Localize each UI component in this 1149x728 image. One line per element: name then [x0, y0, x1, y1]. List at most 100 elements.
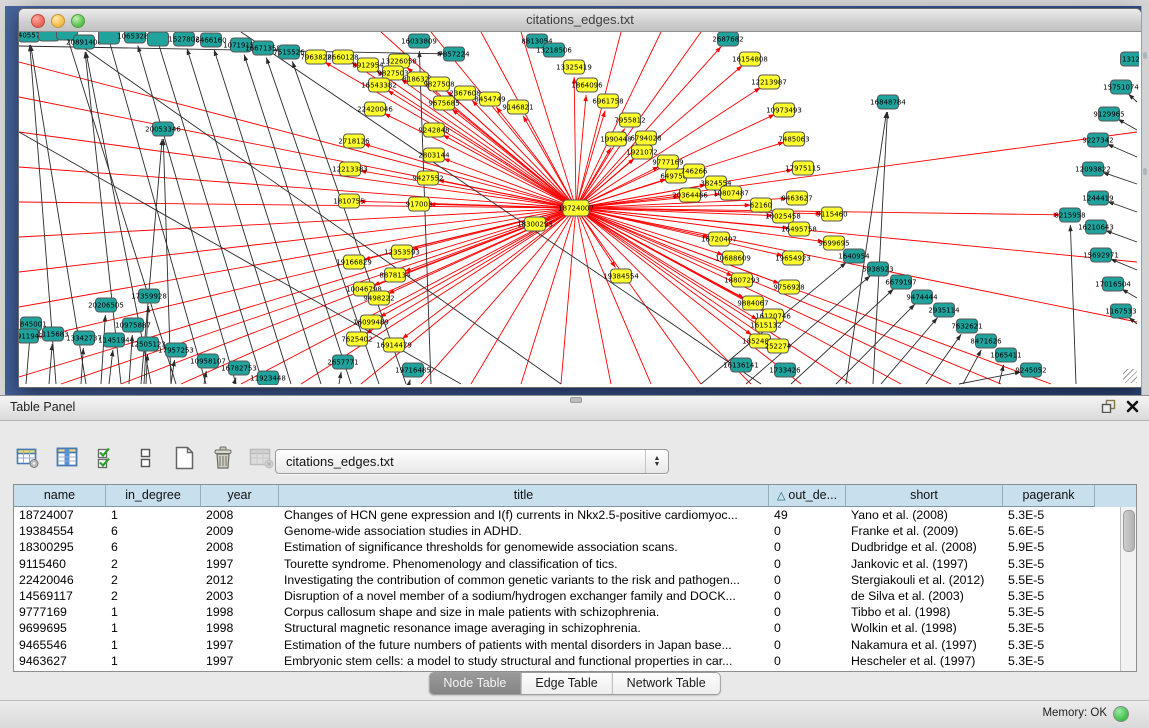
network-window[interactable]: citations_edges.txt 24055722089140610653… [18, 8, 1142, 388]
table-row[interactable]: 1938455462009Genome-wide association stu… [14, 523, 1136, 539]
show-column-icon[interactable] [53, 445, 81, 471]
table-cell[interactable]: 14569117 [14, 588, 106, 604]
column-header-title[interactable]: title [279, 485, 769, 507]
table-cell[interactable]: Hescheler et al. (1997) [846, 653, 1003, 669]
table-row[interactable]: 1872400712008Changes of HCN gene express… [14, 507, 1136, 523]
table-cell[interactable]: 2012 [201, 572, 279, 588]
table-cell[interactable]: 5.3E-5 [1003, 604, 1095, 620]
table-cell[interactable]: 0 [769, 604, 846, 620]
table-cell[interactable]: 5.6E-5 [1003, 523, 1095, 539]
table-cell[interactable]: 22420046 [14, 572, 106, 588]
table-cell[interactable]: 5.3E-5 [1003, 556, 1095, 572]
graph-node-unlabeled[interactable] [148, 32, 169, 46]
resize-grip-icon[interactable] [1123, 369, 1137, 383]
table-cell[interactable]: 6 [106, 539, 201, 555]
table-cell[interactable]: 9699695 [14, 620, 106, 636]
table-cell[interactable]: Structural magnetic resonance image aver… [279, 620, 769, 636]
column-header-out_de[interactable]: △out_de... [769, 485, 846, 507]
table-row[interactable]: 977716911998Corpus callosum shape and si… [14, 604, 1136, 620]
citation-network-graph[interactable]: 2405572208914061065328715278026466160107… [19, 32, 1139, 385]
table-cell[interactable]: Wolkin et al. (1998) [846, 620, 1003, 636]
table-row[interactable]: 911546021997Tourette syndrome. Phenomeno… [14, 556, 1136, 572]
table-row[interactable]: 969969511998Structural magnetic resonanc… [14, 620, 1136, 636]
float-panel-icon[interactable] [1101, 399, 1116, 413]
table-cell[interactable]: 1998 [201, 620, 279, 636]
table-select-dropdown[interactable]: citations_edges.txt ▲▼ [275, 449, 669, 474]
network-window-titlebar[interactable]: citations_edges.txt [19, 9, 1141, 32]
table-cell[interactable]: Investigating the contribution of common… [279, 572, 769, 588]
table-cell[interactable]: Jankovic et al. (1997) [846, 556, 1003, 572]
table-cell[interactable]: 5.9E-5 [1003, 539, 1095, 555]
table-cell[interactable]: Nakamura et al. (1997) [846, 637, 1003, 653]
table-cell[interactable]: Yano et al. (2008) [846, 507, 1003, 523]
tab-network-table[interactable]: Network Table [612, 673, 720, 694]
table-cell[interactable]: 0 [769, 637, 846, 653]
table-cell[interactable]: 5.3E-5 [1003, 637, 1095, 653]
table-cell[interactable]: 18300295 [14, 539, 106, 555]
table-cell[interactable]: 2 [106, 556, 201, 572]
table-cell[interactable]: 0 [769, 653, 846, 669]
table-cell[interactable]: 6 [106, 523, 201, 539]
table-cell[interactable]: Corpus callosum shape and size in male p… [279, 604, 769, 620]
network-canvas[interactable]: 2405572208914061065328715278026466160107… [19, 32, 1139, 385]
table-cell[interactable]: 5.3E-5 [1003, 620, 1095, 636]
table-cell[interactable]: 0 [769, 572, 846, 588]
table-cell[interactable]: 1 [106, 637, 201, 653]
panel-splitter-handle[interactable] [570, 397, 582, 403]
table-cell[interactable]: Changes of HCN gene expression and I(f) … [279, 507, 769, 523]
table-row[interactable]: 946362711997Embryonic stem cells: a mode… [14, 653, 1136, 669]
table-cell[interactable]: 2008 [201, 539, 279, 555]
column-header-in_degree[interactable]: in_degree [106, 485, 201, 507]
table-cell[interactable]: 5.5E-5 [1003, 572, 1095, 588]
table-cell[interactable]: Stergiakouli et al. (2012) [846, 572, 1003, 588]
table-cell[interactable]: 9465546 [14, 637, 106, 653]
scrollbar-thumb[interactable] [1123, 510, 1135, 552]
table-cell[interactable]: Dudbridge et al. (2008) [846, 539, 1003, 555]
table-cell[interactable]: 0 [769, 620, 846, 636]
table-cell[interactable]: 9115460 [14, 556, 106, 572]
close-panel-icon[interactable] [1126, 400, 1139, 413]
column-header-short[interactable]: short [846, 485, 1003, 507]
table-cell[interactable]: 1997 [201, 556, 279, 572]
table-cell[interactable]: 1 [106, 507, 201, 523]
table-cell[interactable]: 0 [769, 588, 846, 604]
table-cell[interactable]: Embryonic stem cells: a model to study s… [279, 653, 769, 669]
table-cell[interactable]: de Silva et al. (2003) [846, 588, 1003, 604]
table-row[interactable]: 1830029562008Estimation of significance … [14, 539, 1136, 555]
table-cell[interactable]: 5.3E-5 [1003, 507, 1095, 523]
column-header-year[interactable]: year [201, 485, 279, 507]
table-cell[interactable]: 1998 [201, 604, 279, 620]
table-settings-icon[interactable] [14, 445, 42, 471]
table-cell[interactable]: Franke et al. (2009) [846, 523, 1003, 539]
table-cell[interactable]: 0 [769, 539, 846, 555]
table-cell[interactable]: 0 [769, 556, 846, 572]
table-cell[interactable]: 9777169 [14, 604, 106, 620]
column-header-pagerank[interactable]: pagerank [1003, 485, 1095, 507]
table-cell[interactable]: 1 [106, 653, 201, 669]
table-cell[interactable]: 1 [106, 604, 201, 620]
table-cell[interactable]: Tourette syndrome. Phenomenology and cla… [279, 556, 769, 572]
column-header-name[interactable]: name [14, 485, 106, 507]
table-cell[interactable]: Disruption of a novel member of a sodium… [279, 588, 769, 604]
tab-node-table[interactable]: Node Table [429, 673, 520, 694]
table-cell[interactable]: 1 [106, 620, 201, 636]
table-cell[interactable]: 1997 [201, 653, 279, 669]
select-rows-icon[interactable] [92, 445, 120, 471]
new-file-icon[interactable] [170, 445, 198, 471]
table-cell[interactable]: 19384554 [14, 523, 106, 539]
table-cell[interactable]: 49 [769, 507, 846, 523]
table-cell[interactable]: 18724007 [14, 507, 106, 523]
table-row[interactable]: 1456911722003Disruption of a novel membe… [14, 588, 1136, 604]
table-cell[interactable]: Estimation of significance thresholds fo… [279, 539, 769, 555]
table-cell[interactable]: Tibbo et al. (1998) [846, 604, 1003, 620]
table-cell[interactable]: 2003 [201, 588, 279, 604]
tab-edge-table[interactable]: Edge Table [520, 673, 611, 694]
table-cell[interactable]: 2009 [201, 523, 279, 539]
table-cell[interactable]: 2008 [201, 507, 279, 523]
table-cell[interactable]: 5.3E-5 [1003, 653, 1095, 669]
table-cell[interactable]: Estimation of the future numbers of pati… [279, 637, 769, 653]
table-cell[interactable]: 5.3E-5 [1003, 588, 1095, 604]
right-splitter[interactable] [1141, 6, 1149, 395]
vertical-scrollbar[interactable] [1120, 507, 1136, 671]
table-cell[interactable]: 9463627 [14, 653, 106, 669]
